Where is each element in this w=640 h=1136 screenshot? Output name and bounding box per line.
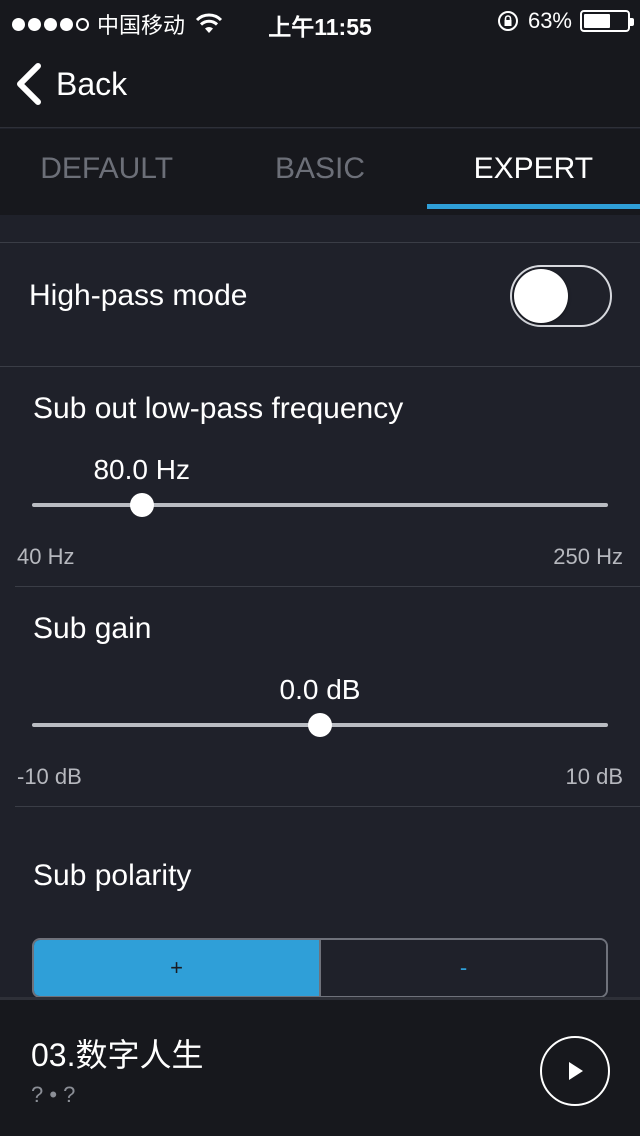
play-button[interactable]: [540, 1036, 610, 1106]
battery-percent: 63%: [527, 8, 572, 33]
low-pass-min-label: 40 Hz: [17, 544, 75, 569]
high-pass-label: High-pass mode: [29, 279, 248, 312]
high-pass-toggle[interactable]: [510, 265, 612, 327]
divider: [15, 806, 640, 807]
settings-panel: High-pass mode Sub out low-pass frequenc…: [0, 215, 640, 998]
divider: [0, 242, 640, 243]
track-artist-album: ? • ?: [31, 1082, 76, 1107]
divider: [0, 366, 640, 367]
navigation-bar: Back: [0, 42, 640, 128]
low-pass-label: Sub out low-pass frequency: [33, 392, 404, 425]
orientation-lock-icon: [497, 11, 518, 31]
now-playing-bar[interactable]: 03.数字人生 ? • ?: [0, 997, 640, 1136]
divider: [15, 586, 640, 587]
polarity-segmented-control: + -: [32, 938, 608, 998]
sub-gain-label: Sub gain: [33, 612, 152, 645]
toggle-knob: [514, 269, 568, 323]
low-pass-max-label: 250 Hz: [553, 544, 623, 569]
low-pass-slider-track[interactable]: [32, 503, 608, 507]
sub-gain-max-label: 10 dB: [565, 764, 624, 789]
tab-basic[interactable]: BASIC: [213, 129, 426, 215]
back-label: Back: [56, 65, 128, 102]
tab-default[interactable]: DEFAULT: [0, 129, 213, 215]
preset-tabs: DEFAULT BASIC EXPERT: [0, 129, 640, 215]
polarity-negative-button[interactable]: -: [319, 940, 606, 996]
chevron-left-icon: [17, 63, 41, 105]
play-icon: [569, 1062, 583, 1080]
sub-polarity-label: Sub polarity: [33, 859, 192, 892]
tab-expert[interactable]: EXPERT: [426, 129, 640, 215]
polarity-positive-button[interactable]: +: [34, 940, 319, 996]
status-bar: 中国移动 上午11:55 63%: [0, 0, 640, 42]
track-title: 03.数字人生: [31, 1037, 204, 1073]
low-pass-slider-thumb[interactable]: [129, 493, 154, 517]
back-button[interactable]: Back: [14, 62, 127, 106]
sub-gain-value: 0.0 dB: [279, 674, 361, 705]
sub-gain-min-label: -10 dB: [17, 764, 82, 789]
battery-icon: [580, 10, 634, 32]
low-pass-value: 80.0 Hz: [93, 454, 190, 485]
sub-gain-slider-thumb[interactable]: [308, 713, 332, 737]
